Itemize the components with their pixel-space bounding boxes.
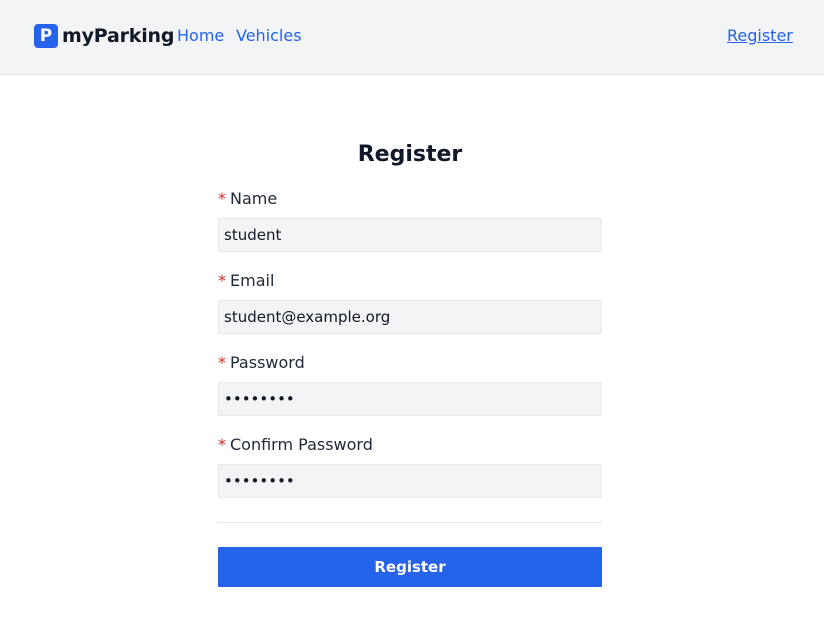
nav-link-vehicles[interactable]: Vehicles	[236, 26, 302, 45]
password-label-text: Password	[230, 353, 305, 372]
password-label: * Password	[218, 353, 305, 372]
name-label: * Name	[218, 189, 277, 208]
register-form: Register *Name *Email *Password *Confirm…	[218, 140, 602, 587]
required-asterisk: *	[218, 271, 226, 290]
password-input[interactable]	[218, 382, 602, 416]
top-navbar: P myParking Home Vehicles Register	[0, 0, 824, 75]
register-submit-button[interactable]: Register	[218, 547, 602, 587]
confirm-password-label: * Confirm Password	[218, 435, 373, 454]
email-label-text: Email	[230, 271, 275, 290]
required-asterisk: *	[218, 189, 226, 208]
brand-name: myParking	[62, 25, 175, 47]
nav-link-home[interactable]: Home	[177, 26, 224, 45]
confirm-password-input[interactable]	[218, 464, 602, 498]
name-input[interactable]	[218, 218, 602, 252]
parking-logo-icon: P	[34, 24, 58, 48]
page-title: Register	[357, 142, 463, 167]
required-asterisk: *	[218, 353, 226, 372]
confirm-password-label-text: Confirm Password	[230, 435, 373, 454]
required-asterisk: *	[218, 435, 226, 454]
nav-link-register[interactable]: Register	[727, 26, 793, 45]
brand-logo[interactable]: P myParking	[34, 24, 174, 48]
email-input[interactable]	[218, 300, 602, 334]
email-label: * Email	[218, 271, 274, 290]
name-label-text: Name	[230, 189, 278, 208]
form-divider	[218, 522, 602, 523]
